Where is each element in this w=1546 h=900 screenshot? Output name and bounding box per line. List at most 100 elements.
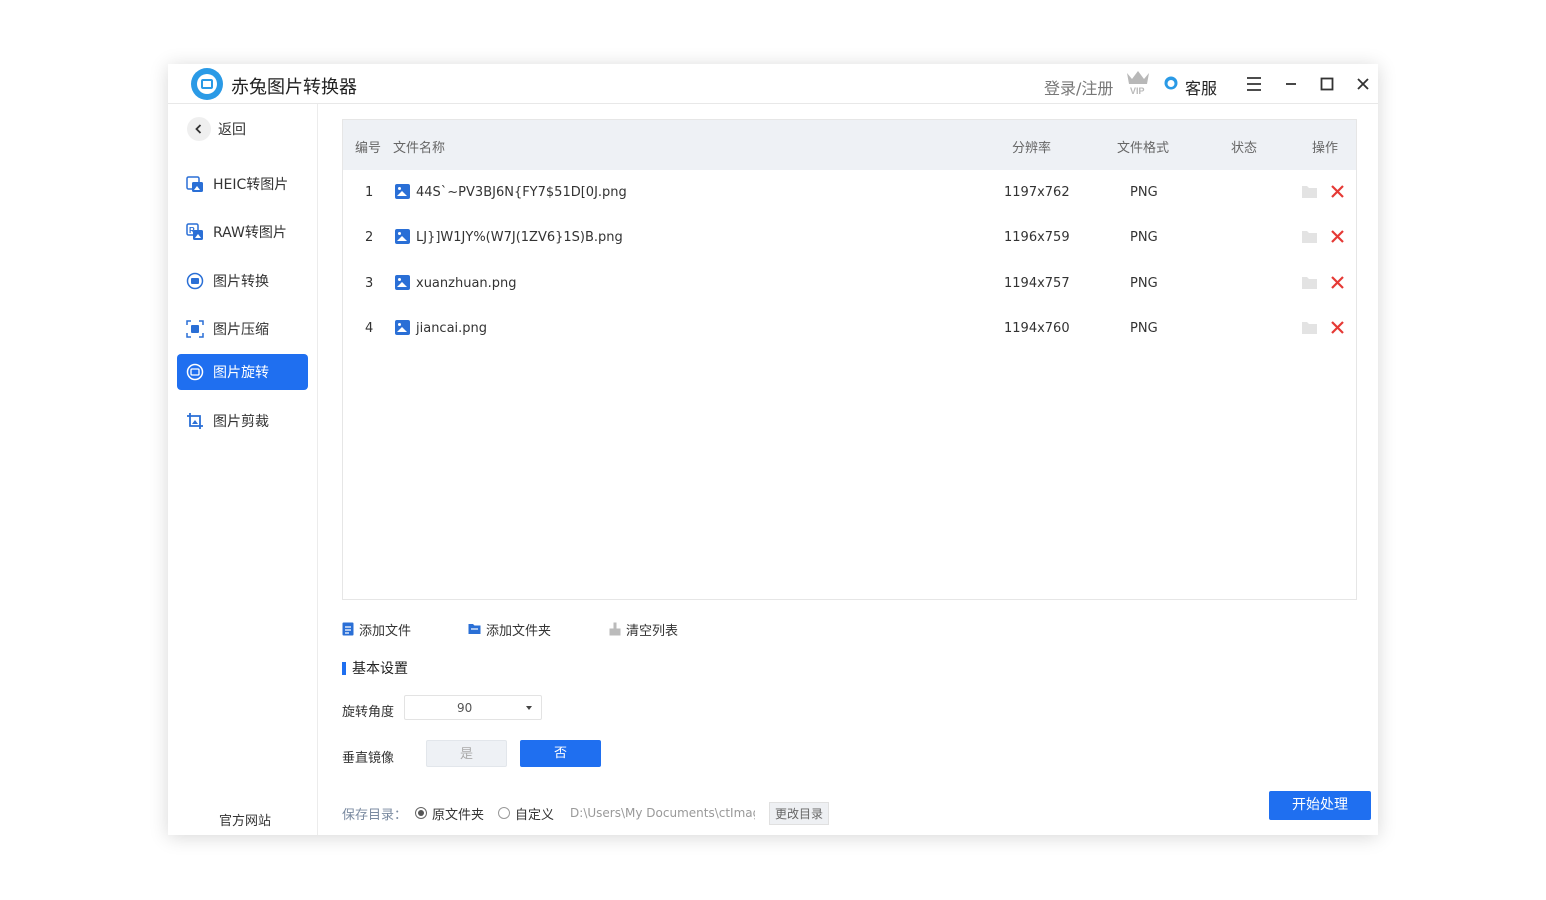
file-name: LJ}]W1JY%(W7J(1ZV6}1S)B.png	[416, 230, 623, 245]
open-folder-icon[interactable]	[1301, 229, 1318, 244]
row-number: 3	[365, 276, 374, 291]
customer-service-icon[interactable]	[1164, 76, 1178, 90]
file-format: PNG	[1130, 321, 1158, 336]
sidebar-item-label: 图片剪裁	[213, 414, 269, 430]
sidebar-item-rotate[interactable]: 图片旋转	[177, 354, 308, 390]
title-bar: 赤兔图片转换器 登录/注册 VIP 客服	[168, 64, 1378, 104]
back-label: 返回	[218, 122, 246, 138]
sidebar-item-label: HEIC转图片	[213, 177, 289, 193]
sidebar-item-label: RAW转图片	[213, 225, 287, 241]
original-folder-label[interactable]: 原文件夹	[432, 804, 484, 823]
save-path: D:\Users\My Documents\ctImageC	[570, 806, 755, 820]
customer-service-link[interactable]: 客服	[1185, 75, 1217, 99]
resolution: 1194x757	[1004, 276, 1070, 291]
file-icon	[342, 622, 354, 636]
resolution: 1194x760	[1004, 321, 1070, 336]
sidebar-item-label: 图片转换	[213, 274, 269, 290]
delete-icon[interactable]	[1330, 275, 1345, 290]
app-logo-icon	[191, 68, 223, 100]
clear-list-button[interactable]: 清空列表	[609, 620, 679, 639]
basic-settings-title: 基本设置	[342, 658, 408, 678]
mirror-no-button[interactable]: 否	[520, 740, 601, 767]
resolution: 1197x762	[1004, 185, 1070, 200]
open-folder-icon[interactable]	[1301, 320, 1318, 335]
close-icon[interactable]	[1353, 74, 1373, 94]
add-file-button[interactable]: 添加文件	[342, 620, 412, 639]
crop-icon	[187, 413, 203, 429]
table-row: 1 44S`~PV3BJ6N{FY7$51D[0J.png 1197x762 P…	[343, 170, 1356, 215]
clear-list-label: 清空列表	[626, 623, 679, 639]
app-window: 赤兔图片转换器 登录/注册 VIP 客服 返回 HEIC转图片 R RAW转图片…	[168, 64, 1378, 835]
back-button[interactable]: 返回	[187, 117, 246, 141]
rotate-angle-value: 90	[457, 701, 473, 715]
delete-icon[interactable]	[1330, 320, 1345, 335]
rotate-angle-select[interactable]: 90	[404, 695, 542, 720]
sidebar-item-heic[interactable]: HEIC转图片	[177, 166, 308, 202]
column-header-status: 状态	[1231, 141, 1258, 156]
section-marker	[342, 661, 346, 675]
column-header-resolution: 分辨率	[1012, 141, 1052, 156]
open-folder-icon[interactable]	[1301, 275, 1318, 290]
open-folder-icon[interactable]	[1301, 184, 1318, 199]
column-header-filename: 文件名称	[393, 141, 446, 156]
table-row: 4 jiancai.png 1194x760 PNG	[343, 306, 1356, 351]
rotate-angle-label: 旋转角度	[342, 705, 395, 720]
chevron-left-icon	[187, 117, 211, 141]
start-processing-button[interactable]: 开始处理	[1269, 791, 1371, 820]
change-directory-button[interactable]: 更改目录	[769, 801, 830, 825]
table-row: 3 xuanzhuan.png 1194x757 PNG	[343, 261, 1356, 306]
sidebar: 返回 HEIC转图片 R RAW转图片 图片转换 图片压缩 图片旋转 图片剪裁 …	[168, 104, 318, 835]
mirror-yes-button[interactable]: 是	[426, 740, 507, 767]
row-number: 1	[365, 185, 374, 200]
delete-icon[interactable]	[1330, 184, 1345, 199]
table-row: 2 LJ}]W1JY%(W7J(1ZV6}1S)B.png 1196x759 P…	[343, 215, 1356, 260]
heic-icon	[186, 176, 203, 192]
row-number: 4	[365, 321, 374, 336]
sidebar-item-label: 图片压缩	[213, 322, 269, 338]
vertical-mirror-label: 垂直镜像	[342, 751, 395, 766]
image-file-icon	[395, 320, 410, 335]
folder-icon	[468, 624, 481, 634]
image-file-icon	[395, 229, 410, 244]
column-header-format: 文件格式	[1117, 141, 1170, 156]
compress-icon	[186, 320, 204, 338]
maximize-icon[interactable]	[1317, 74, 1337, 94]
add-file-label: 添加文件	[359, 623, 412, 639]
menu-icon[interactable]	[1244, 74, 1264, 94]
resolution: 1196x759	[1004, 230, 1070, 245]
custom-folder-label[interactable]: 自定义	[515, 804, 554, 823]
radio-custom-folder[interactable]	[498, 807, 511, 819]
sidebar-item-label: 图片旋转	[213, 365, 269, 381]
column-header-number: 编号	[355, 141, 382, 156]
file-name: 44S`~PV3BJ6N{FY7$51D[0J.png	[416, 185, 627, 200]
save-directory-label: 保存目录：	[342, 807, 408, 823]
minimize-icon[interactable]	[1281, 74, 1301, 94]
file-format: PNG	[1130, 276, 1158, 291]
radio-original-folder[interactable]	[415, 807, 428, 819]
add-folder-label: 添加文件夹	[486, 623, 552, 639]
official-website-link[interactable]: 官方网站	[219, 810, 271, 829]
sidebar-item-convert[interactable]: 图片转换	[177, 263, 308, 299]
convert-icon	[186, 272, 204, 290]
row-number: 2	[365, 230, 374, 245]
raw-icon: R	[186, 223, 203, 240]
basic-settings-label: 基本设置	[352, 661, 408, 677]
app-title: 赤兔图片转换器	[231, 77, 357, 98]
sidebar-item-compress[interactable]: 图片压缩	[177, 311, 308, 347]
sidebar-item-raw[interactable]: R RAW转图片	[177, 214, 308, 250]
delete-icon[interactable]	[1330, 229, 1345, 244]
caret-down-icon	[526, 706, 532, 710]
image-file-icon	[395, 184, 410, 199]
file-name: jiancai.png	[416, 321, 488, 336]
table-header: 编号 文件名称 分辨率 文件格式 状态 操作	[343, 120, 1356, 170]
save-directory-row: 保存目录： 原文件夹 自定义 D:\Users\My Documents\ctI…	[342, 801, 830, 825]
broom-icon	[609, 622, 621, 636]
file-format: PNG	[1130, 185, 1158, 200]
rotate-icon	[186, 363, 204, 381]
sidebar-item-crop[interactable]: 图片剪裁	[177, 403, 308, 439]
file-table: 编号 文件名称 分辨率 文件格式 状态 操作 1 44S`~PV3BJ6N{FY…	[342, 119, 1357, 600]
add-folder-button[interactable]: 添加文件夹	[468, 620, 552, 639]
login-register-link[interactable]: 登录/注册	[1044, 75, 1113, 99]
crown-vip-icon[interactable]: VIP	[1125, 69, 1151, 95]
svg-text:VIP: VIP	[1130, 86, 1145, 95]
